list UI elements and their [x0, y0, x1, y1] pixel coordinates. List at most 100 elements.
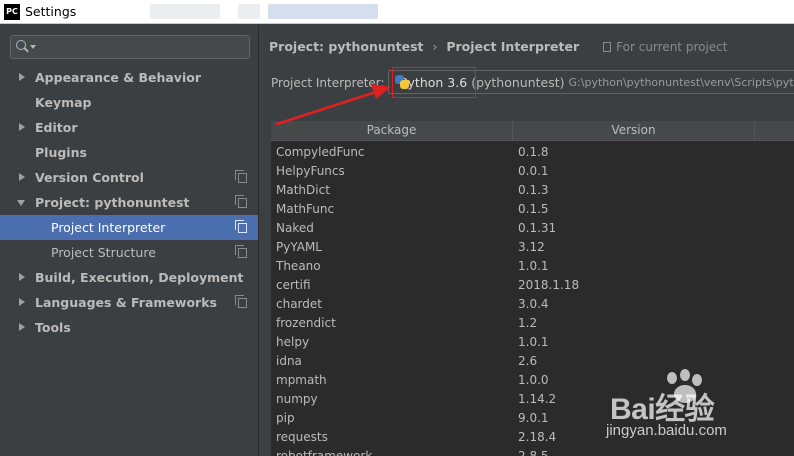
- table-row[interactable]: pip 9.0.1: [271, 408, 794, 427]
- sidebar-item-project-structure[interactable]: Project Structure: [0, 240, 258, 265]
- package-name-cell: HelpyFuncs: [276, 163, 345, 178]
- sidebar-item-keymap[interactable]: Keymap: [0, 90, 258, 115]
- sidebar-item-version-control[interactable]: Version Control: [0, 165, 258, 190]
- sidebar-item-label: Project Structure: [51, 245, 156, 260]
- sidebar-item-label: Project: pythonuntest: [35, 195, 190, 210]
- breadcrumb-page: Project Interpreter: [446, 39, 580, 54]
- package-name-cell: MathFunc: [276, 201, 335, 216]
- interpreter-label: Project Interpreter:: [271, 76, 385, 90]
- expand-arrow-icon[interactable]: [19, 173, 25, 181]
- package-version-cell: 2.6: [518, 353, 538, 368]
- sidebar-item-label: Tools: [35, 320, 71, 335]
- package-name-cell: requests: [276, 429, 328, 444]
- sidebar-item-editor[interactable]: Editor: [0, 115, 258, 140]
- scope-note-text: For current project: [616, 39, 728, 54]
- interpreter-path: G:\python\pythonuntest\venv\Scripts\pyth…: [568, 75, 794, 89]
- sidebar-item-label: Appearance & Behavior: [35, 70, 201, 85]
- table-row[interactable]: chardet 3.0.4: [271, 294, 794, 313]
- table-header: Package Version: [271, 121, 794, 141]
- sidebar-item-label: Editor: [35, 120, 78, 135]
- column-header-version[interactable]: Version: [513, 121, 755, 141]
- package-name-cell: robotframework: [276, 448, 373, 456]
- sidebar-item-project-interpreter[interactable]: Project Interpreter: [0, 215, 258, 240]
- window-title: Settings: [25, 4, 77, 19]
- search-input[interactable]: [39, 38, 245, 56]
- table-row[interactable]: CompyledFunc 0.1.8: [271, 142, 794, 161]
- table-row[interactable]: Naked 0.1.31: [271, 218, 794, 237]
- interpreter-select[interactable]: Python 3.6 (pythonuntest) G:\python\pyth…: [388, 70, 794, 94]
- table-row[interactable]: frozendict 1.2: [271, 313, 794, 332]
- package-version-cell: 2.18.4: [518, 429, 557, 444]
- package-version-cell: 3.0.4: [518, 296, 549, 311]
- pycharm-logo-icon: PC: [4, 3, 20, 20]
- project-scope-icon: [235, 295, 247, 308]
- project-scope-icon: [603, 41, 612, 52]
- sidebar-item-tools[interactable]: Tools: [0, 315, 258, 340]
- package-table[interactable]: Package Version CompyledFunc 0.1.8 HelpyFu…: [271, 121, 794, 456]
- table-row[interactable]: mpmath 1.0.0: [271, 370, 794, 389]
- breadcrumb: Project: pythonuntest › Project Interpre…: [269, 39, 727, 54]
- package-name-cell: pip: [276, 410, 295, 425]
- settings-sidebar: Appearance & Behavior Keymap Editor Plug…: [0, 25, 259, 456]
- title-bar: PC Settings: [0, 0, 794, 24]
- table-row[interactable]: robotframework 2.8.5: [271, 446, 794, 456]
- background-taskbar-blur: [238, 4, 260, 19]
- expand-arrow-icon[interactable]: [19, 323, 25, 331]
- table-row[interactable]: requests 2.18.4: [271, 427, 794, 446]
- expand-arrow-icon[interactable]: [19, 273, 25, 281]
- sidebar-item-label: Project Interpreter: [51, 220, 166, 235]
- sidebar-item-languages-frameworks[interactable]: Languages & Frameworks: [0, 290, 258, 315]
- background-taskbar-blur: [268, 4, 378, 19]
- package-name-cell: mpmath: [276, 372, 327, 387]
- search-options-chevron-icon[interactable]: [30, 45, 36, 49]
- project-scope-icon: [235, 245, 247, 258]
- expand-arrow-icon[interactable]: [19, 123, 25, 131]
- package-version-cell: 0.1.8: [518, 144, 549, 159]
- breadcrumb-separator-icon: ›: [432, 39, 438, 54]
- package-version-cell: 1.0.1: [518, 258, 549, 273]
- sidebar-item-label: Plugins: [35, 145, 87, 160]
- table-row[interactable]: PyYAML 3.12: [271, 237, 794, 256]
- package-version-cell: 0.1.5: [518, 201, 549, 216]
- table-row[interactable]: idna 2.6: [271, 351, 794, 370]
- settings-main-panel: Project: pythonuntest › Project Interpre…: [260, 25, 794, 456]
- interpreter-name: Python 3.6: [400, 74, 468, 90]
- package-version-cell: 0.1.3: [518, 182, 549, 197]
- scope-note: For current project: [603, 40, 727, 54]
- table-row[interactable]: numpy 1.14.2: [271, 389, 794, 408]
- package-name-cell: certifi: [276, 277, 311, 292]
- expand-arrow-icon[interactable]: [19, 73, 25, 81]
- package-name-cell: PyYAML: [276, 239, 322, 254]
- project-scope-icon: [235, 195, 247, 208]
- package-name-cell: chardet: [276, 296, 322, 311]
- table-row[interactable]: helpy 1.0.1: [271, 332, 794, 351]
- package-name-cell: numpy: [276, 391, 318, 406]
- table-row[interactable]: Theano 1.0.1: [271, 256, 794, 275]
- expand-arrow-icon[interactable]: [19, 298, 25, 306]
- package-name-cell: frozendict: [276, 315, 336, 330]
- package-version-cell: 0.0.1: [518, 163, 549, 178]
- collapse-arrow-icon[interactable]: [17, 200, 25, 206]
- column-header-latest[interactable]: [755, 121, 794, 141]
- sidebar-item-label: Keymap: [35, 95, 92, 110]
- table-row[interactable]: HelpyFuncs 0.0.1: [271, 161, 794, 180]
- package-version-cell: 9.0.1: [518, 410, 549, 425]
- sidebar-item-plugins[interactable]: Plugins: [0, 140, 258, 165]
- sidebar-item-build-execution-deployment[interactable]: Build, Execution, Deployment: [0, 265, 258, 290]
- package-version-cell: 0.1.31: [518, 220, 557, 235]
- sidebar-item-label: Version Control: [35, 170, 144, 185]
- package-version-cell: 1.2: [518, 315, 538, 330]
- package-version-cell: 2018.1.18: [518, 277, 580, 292]
- settings-search-box[interactable]: [10, 35, 250, 59]
- breadcrumb-project: Project: pythonuntest: [269, 39, 424, 54]
- package-name-cell: CompyledFunc: [276, 144, 365, 159]
- sidebar-item-project[interactable]: Project: pythonuntest: [0, 190, 258, 215]
- table-row[interactable]: certifi 2018.1.18: [271, 275, 794, 294]
- package-version-cell: 2.8.5: [518, 448, 549, 456]
- search-icon[interactable]: [16, 40, 26, 50]
- sidebar-item-appearance-behavior[interactable]: Appearance & Behavior: [0, 65, 258, 90]
- column-header-package[interactable]: Package: [271, 121, 513, 141]
- table-row[interactable]: MathDict 0.1.3: [271, 180, 794, 199]
- table-row[interactable]: MathFunc 0.1.5: [271, 199, 794, 218]
- package-version-cell: 3.12: [518, 239, 545, 254]
